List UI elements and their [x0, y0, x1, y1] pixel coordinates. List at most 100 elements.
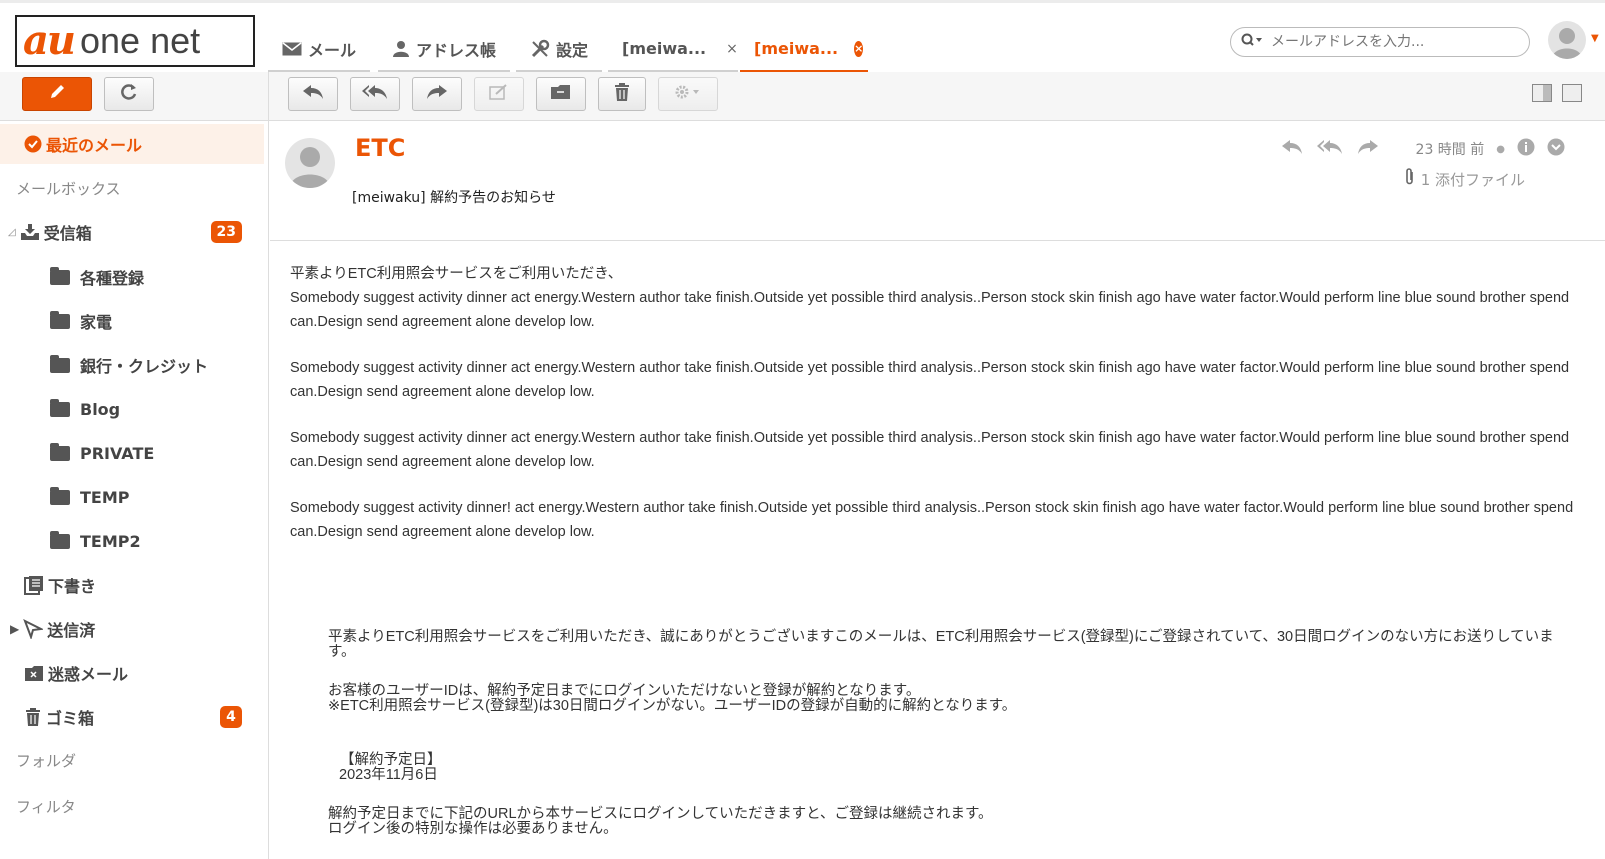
layout-pane-icon[interactable] — [1562, 84, 1582, 106]
cancel-date-value: 2023年11月6日 — [339, 767, 438, 783]
sidebar-item-label: ゴミ箱 — [46, 709, 95, 728]
sender-avatar — [285, 138, 335, 188]
cancel-date-label: 【解約予定日】 — [340, 752, 442, 768]
body-line: 平素よりETC利用照会サービスをご利用いただき、 — [290, 266, 623, 282]
attachment-count: 1 添付ファイル — [1420, 170, 1525, 189]
info-icon[interactable] — [1517, 138, 1535, 160]
sidebar-item-inbox[interactable]: ◿ 受信箱 23 — [0, 212, 264, 252]
person-icon — [392, 40, 410, 58]
tab-message-1[interactable]: [meiwa... × — [608, 27, 738, 73]
close-icon[interactable]: × — [726, 41, 738, 57]
sidebar-item-label: TEMP — [80, 487, 130, 507]
close-icon[interactable]: × — [854, 40, 864, 57]
notice-line: 解約予定日までに下記のURLから本サービスにログインしていただきますと、ご登録は… — [328, 806, 993, 822]
edit-button[interactable] — [474, 77, 524, 111]
tools-icon — [530, 39, 550, 59]
attachment-link[interactable]: 1 添付ファイル — [1405, 168, 1525, 190]
forward-icon — [425, 83, 449, 105]
tab-label: [meiwa... — [622, 39, 707, 58]
forward-icon[interactable] — [1356, 138, 1380, 160]
chevron-down-icon[interactable]: ▼ — [1591, 33, 1599, 44]
reply-all-icon — [361, 83, 389, 105]
sidebar-item-trash[interactable]: ゴミ箱 4 — [0, 697, 264, 737]
notice-section: 平素よりETC利用照会サービスをご利用いただき、誠にありがとうございますこのメー… — [328, 630, 1578, 837]
folder-icon — [50, 530, 70, 549]
sidebar: 最近のメール メールボックス ◿ 受信箱 23 各種登録 家電 銀行・クレジット… — [0, 120, 268, 859]
sidebar-item-label: 銀行・クレジット — [80, 357, 209, 376]
spam-folder-icon — [24, 664, 44, 682]
delete-button[interactable] — [598, 77, 646, 111]
filter-heading[interactable]: フィルタ — [16, 796, 76, 817]
search-box — [1230, 27, 1530, 57]
sidebar-folder[interactable]: Blog — [0, 389, 264, 429]
tab-settings[interactable]: 設定 — [516, 27, 603, 73]
sidebar-folder[interactable]: TEMP2 — [0, 521, 264, 561]
sidebar-folder[interactable]: 各種登録 — [0, 257, 264, 297]
sidebar-folder[interactable]: PRIVATE — [0, 433, 264, 473]
refresh-button[interactable] — [104, 77, 154, 111]
search-input[interactable] — [1269, 33, 1513, 51]
folder-icon — [50, 442, 70, 461]
mailbox-heading: メールボックス — [16, 180, 121, 198]
notice-line: ※ETC利用照会サービス(登録型)は30日間ログインがない。ユーザーIDの登録が… — [328, 698, 1017, 714]
received-time: 23 時間 前 — [1415, 142, 1485, 158]
body-paragraph: Somebody suggest activity dinner act ene… — [290, 360, 1570, 400]
expand-arrow-icon[interactable]: ▶ — [10, 622, 19, 636]
folder-icon — [50, 398, 70, 417]
sidebar-item-sent[interactable]: ▶ 送信済 — [0, 609, 264, 649]
preview-pane-icon[interactable] — [1532, 84, 1552, 106]
search-icon[interactable] — [1241, 33, 1263, 51]
reply-all-icon[interactable] — [1316, 138, 1344, 160]
send-icon — [23, 619, 44, 639]
tab-label: メール — [308, 40, 357, 60]
sender-name[interactable]: ETC — [355, 134, 405, 162]
reply-icon[interactable] — [1280, 138, 1304, 160]
sidebar-item-label: 最近のメール — [46, 136, 143, 155]
folder-icon — [50, 486, 70, 505]
expand-toggle-icon[interactable]: ◿ — [8, 227, 16, 238]
body-paragraph: Somebody suggest activity dinner act ene… — [290, 290, 1570, 330]
tab-mail[interactable]: メール — [268, 27, 371, 73]
message-subject: [meiwaku] 解約予告のお知らせ — [352, 190, 556, 206]
drafts-icon — [24, 575, 44, 595]
sidebar-item-spam[interactable]: 迷惑メール — [0, 653, 264, 693]
body-paragraph: Somebody suggest activity dinner act ene… — [290, 430, 1570, 470]
pencil-icon — [47, 82, 67, 106]
folder-heading[interactable]: フォルダ — [16, 750, 76, 771]
sidebar-folder[interactable]: 銀行・クレジット — [0, 345, 264, 385]
move-folder-button[interactable] — [536, 77, 586, 111]
reply-icon — [301, 83, 325, 105]
paperclip-icon — [1405, 168, 1415, 190]
chevron-down-icon[interactable] — [1547, 138, 1565, 160]
gear-icon — [673, 83, 703, 105]
sidebar-item-drafts[interactable]: 下書き — [0, 565, 264, 605]
trash-count-badge: 4 — [220, 706, 242, 728]
sidebar-folder[interactable]: TEMP — [0, 477, 264, 517]
forward-button[interactable] — [412, 77, 462, 111]
more-actions-button[interactable] — [658, 77, 718, 111]
folder-icon — [50, 354, 70, 373]
notice-line: ログイン後の特別な操作は必要ありません。 — [328, 821, 618, 837]
sidebar-item-label: 受信箱 — [43, 224, 92, 243]
unread-count-badge: 23 — [210, 221, 242, 243]
sidebar-item-label: TEMP2 — [80, 531, 141, 551]
sidebar-item-recent[interactable]: 最近のメール — [0, 124, 264, 164]
tab-message-active[interactable]: [meiwa... × — [740, 27, 868, 73]
toolbar — [0, 72, 1605, 121]
sidebar-folder[interactable]: 家電 — [0, 301, 264, 341]
compose-button[interactable] — [22, 77, 92, 111]
sidebar-item-label: 迷惑メール — [48, 665, 129, 684]
reply-all-button[interactable] — [350, 77, 400, 111]
notice-paragraph: 平素よりETC利用照会サービスをご利用いただき、誠にありがとうございますこのメー… — [328, 629, 1554, 660]
message-body: 平素よりETC利用照会サービスをご利用いただき、 Somebody sugges… — [290, 262, 1590, 566]
au-one-net-logo[interactable]: au one net — [15, 15, 255, 67]
header-actions: 23 時間 前 ● — [1280, 138, 1565, 160]
user-avatar[interactable] — [1548, 21, 1586, 59]
envelope-icon — [282, 41, 302, 56]
reply-button[interactable] — [288, 77, 338, 111]
sidebar-item-label: 下書き — [48, 577, 97, 596]
tab-address-book[interactable]: アドレス帳 — [378, 27, 511, 73]
folder-icon — [50, 310, 70, 329]
sidebar-item-label: 送信済 — [47, 621, 96, 640]
tab-label: アドレス帳 — [416, 40, 497, 60]
